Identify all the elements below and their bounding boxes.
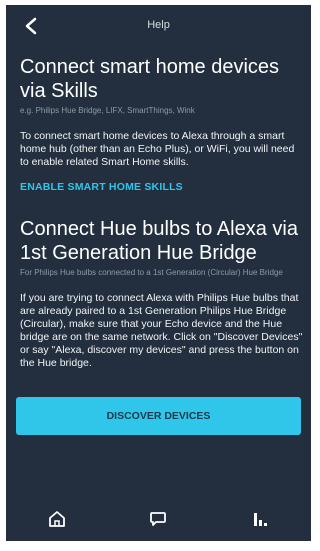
skills-section: Connect smart home devices via Skills e.… bbox=[20, 55, 304, 195]
help-screen: Help Connect smart home devices via Skil… bbox=[6, 5, 311, 541]
discover-devices-button[interactable]: DISCOVER DEVICES bbox=[16, 397, 301, 435]
header-bar: Help bbox=[6, 5, 311, 47]
page-title: Help bbox=[147, 19, 170, 31]
scroll-fade bbox=[6, 370, 311, 392]
home-icon bbox=[48, 511, 65, 527]
bottom-nav bbox=[6, 497, 311, 541]
section-title: Connect smart home devices via Skills bbox=[20, 56, 280, 102]
help-content: Connect smart home devices via Skills e.… bbox=[20, 55, 304, 385]
section-subtitle: For Philips Hue bulbs connected to a 1st… bbox=[20, 268, 283, 277]
chat-bubble-icon bbox=[150, 512, 167, 526]
nav-communicate[interactable] bbox=[136, 501, 180, 537]
bar-chart-icon bbox=[254, 513, 268, 526]
hue-bridge-section: Connect Hue bulbs to Alexa via 1st Gener… bbox=[20, 217, 304, 370]
nav-devices[interactable] bbox=[238, 501, 282, 537]
section-body: To connect smart home devices to Alexa t… bbox=[20, 130, 295, 168]
nav-home[interactable] bbox=[35, 501, 79, 537]
section-title: Connect Hue bulbs to Alexa via 1st Gener… bbox=[20, 218, 298, 264]
enable-smart-home-skills-link[interactable]: ENABLE SMART HOME SKILLS bbox=[20, 181, 183, 193]
section-body: If you are trying to connect Alexa with … bbox=[20, 292, 303, 369]
section-subtitle: e.g. Philips Hue Bridge, LIFX, SmartThin… bbox=[20, 106, 195, 115]
